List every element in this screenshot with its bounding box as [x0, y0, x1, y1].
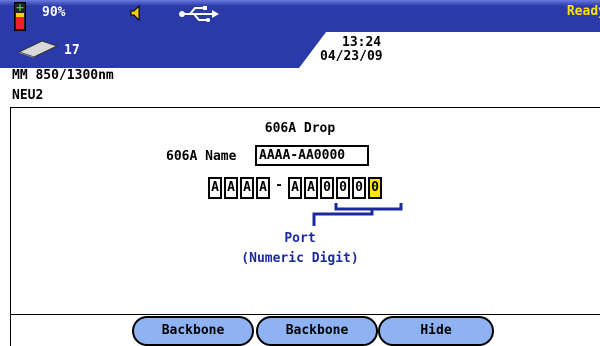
backbone-button[interactable]: Backbone — [132, 316, 254, 346]
clock-date: 04/23/09 — [320, 49, 383, 64]
hide-button[interactable]: Hide — [378, 316, 494, 346]
backbone-button-2[interactable]: Backbone — [256, 316, 378, 346]
storage-icon — [18, 40, 58, 58]
char-cell-selected[interactable]: 0 — [368, 177, 382, 199]
test-tag: NEU2 — [12, 88, 44, 103]
port-label: Port — [284, 231, 316, 246]
char-cell[interactable]: A — [256, 177, 270, 199]
character-editor[interactable]: A A A A - A A 0 0 0 0 — [208, 177, 382, 199]
speaker-icon — [130, 5, 140, 21]
storage-count: 17 — [64, 43, 80, 58]
left-border — [10, 107, 11, 346]
char-cell[interactable]: A — [208, 177, 222, 199]
char-cell[interactable]: 0 — [336, 177, 350, 199]
status-text: Ready — [566, 4, 600, 19]
status-bar-shine — [0, 0, 600, 6]
fiber-type: MM 850/1300nm — [12, 68, 114, 83]
name-label: 606A Name — [166, 149, 237, 164]
clock-time: 13:24 — [342, 35, 382, 50]
char-cell[interactable]: A — [224, 177, 238, 199]
char-cell[interactable]: 0 — [320, 177, 334, 199]
char-separator: - — [272, 177, 286, 199]
divider — [10, 107, 600, 108]
usb-icon — [179, 6, 219, 22]
softkey-divider — [10, 314, 600, 315]
battery-percent: 90% — [42, 5, 66, 20]
char-cell[interactable]: A — [304, 177, 318, 199]
char-cell[interactable]: 0 — [352, 177, 366, 199]
name-field[interactable]: AAAA-AA0000 — [255, 145, 369, 166]
char-cell[interactable]: A — [288, 177, 302, 199]
battery-icon: + — [14, 2, 26, 31]
page-title: 606A Drop — [264, 121, 336, 136]
port-hint: (Numeric Digit) — [241, 251, 359, 266]
status-bar — [0, 0, 600, 34]
char-cell[interactable]: A — [240, 177, 254, 199]
screen: + 90% Ready 17 13:24 04/23/09 MM 850/130… — [0, 0, 600, 346]
